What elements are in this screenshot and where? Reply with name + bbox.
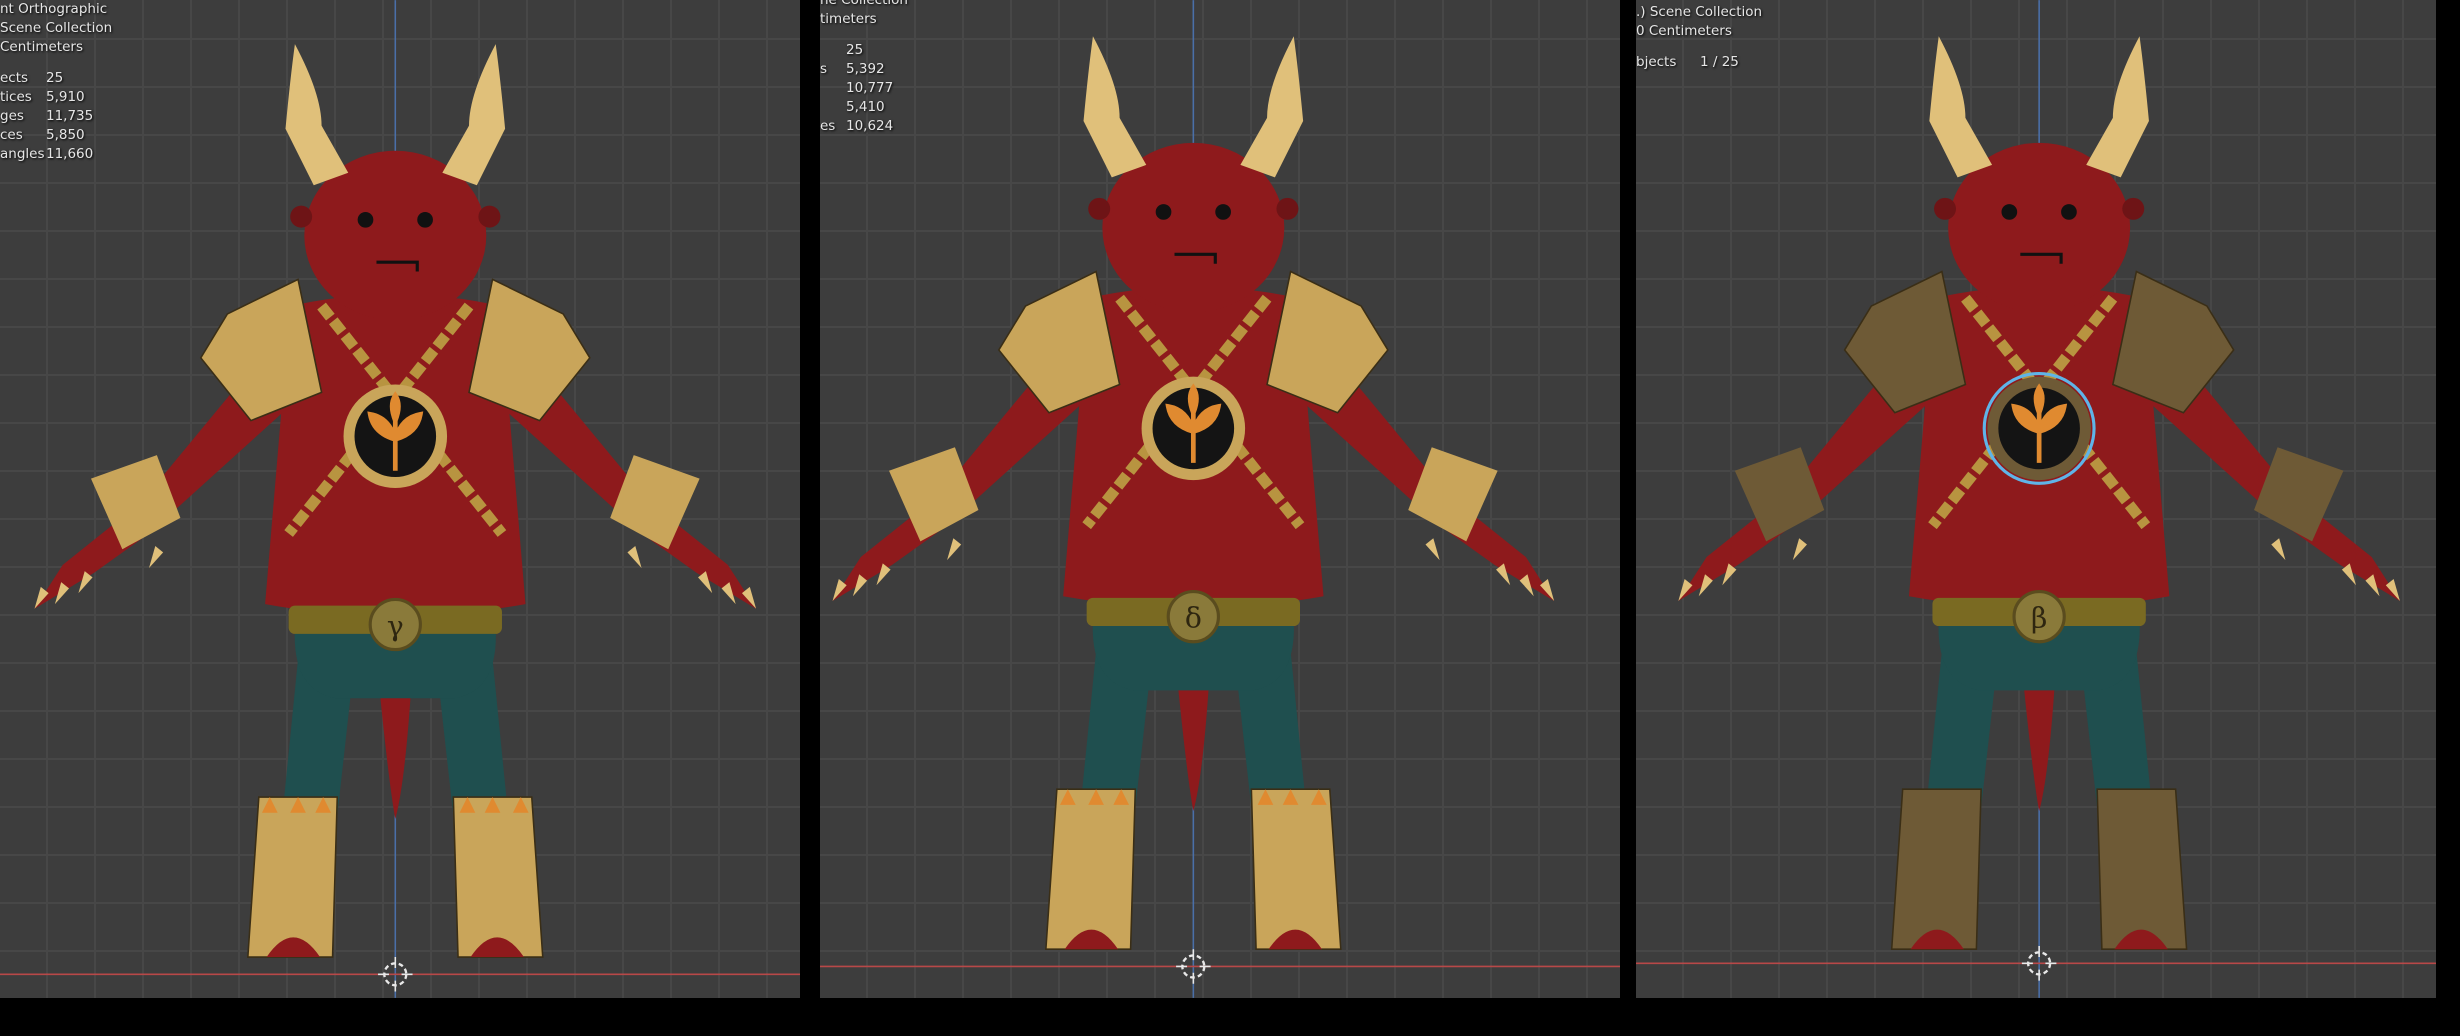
left-pauldron bbox=[1843, 270, 1967, 414]
left-pauldron bbox=[997, 270, 1121, 414]
claw bbox=[1425, 538, 1440, 561]
right-eye bbox=[417, 211, 433, 228]
unit-scale: timeters bbox=[820, 11, 877, 27]
unit-scale: Centimeters bbox=[0, 39, 83, 55]
right-boot bbox=[452, 796, 544, 958]
belt-symbol: β bbox=[2031, 602, 2047, 635]
tail bbox=[1177, 682, 1210, 812]
character-model-bronze[interactable]: β bbox=[1636, 0, 2436, 998]
stat-edges: 10,777 bbox=[846, 80, 894, 96]
claw bbox=[149, 546, 164, 569]
unit-scale: 0 Centimeters bbox=[1636, 23, 1732, 39]
right-ear bbox=[2122, 197, 2145, 220]
scene-statistics: bjects 1 / 25 bbox=[1636, 53, 1762, 72]
left-eye bbox=[357, 211, 374, 228]
belt-symbol: γ bbox=[387, 609, 404, 642]
left-ear bbox=[1934, 197, 1956, 220]
view-name: nt Orthographic bbox=[0, 1, 108, 17]
viewport-info-overlay: ne Collection timeters 25 s 5,392 10,777 … bbox=[820, 0, 908, 136]
left-horn bbox=[285, 44, 349, 186]
tail bbox=[2023, 682, 2055, 812]
stat-faces: ces 5,850 bbox=[0, 127, 85, 143]
stat-faces: 5,410 bbox=[846, 99, 885, 115]
left-boot bbox=[247, 796, 339, 958]
claw bbox=[627, 546, 642, 569]
stat-vertices: tices 5,910 bbox=[0, 89, 85, 105]
left-boot bbox=[1890, 788, 1982, 950]
left-eye bbox=[1155, 204, 1172, 220]
stat-objects: bjects 1 / 25 bbox=[1636, 54, 1739, 70]
right-horn bbox=[1240, 36, 1304, 178]
viewport-middle[interactable]: ne Collection timeters 25 s 5,392 10,777 … bbox=[820, 0, 1620, 998]
scene-statistics: 25 s 5,392 10,777 5,410 es 10,624 bbox=[820, 41, 908, 136]
right-eye bbox=[2061, 204, 2077, 220]
claw bbox=[1792, 538, 1807, 561]
stat-objects: ects 25 bbox=[0, 70, 64, 86]
right-ear bbox=[1276, 197, 1299, 220]
character-model-studded[interactable]: γ bbox=[0, 0, 800, 998]
right-horn bbox=[2086, 36, 2149, 178]
stat-triangles: angles 11,660 bbox=[0, 146, 94, 162]
right-eye bbox=[1215, 204, 1231, 220]
right-ear bbox=[478, 205, 501, 228]
left-ear bbox=[290, 205, 313, 228]
left-ear bbox=[1088, 197, 1111, 220]
stat-triangles: es 10,624 bbox=[820, 118, 894, 134]
viewport-info-overlay: nt Orthographic Scene Collection Centime… bbox=[0, 0, 112, 164]
right-pauldron bbox=[468, 278, 591, 422]
stat-edges: ges 11,735 bbox=[0, 108, 94, 124]
viewport-right[interactable]: .) Scene Collection 0 Centimeters bjects… bbox=[1636, 0, 2436, 998]
left-eye bbox=[2001, 204, 2018, 220]
left-horn bbox=[1083, 36, 1147, 178]
collection-name: .) Scene Collection bbox=[1636, 4, 1763, 20]
claw bbox=[947, 538, 962, 561]
claw bbox=[2271, 538, 2286, 561]
right-boot bbox=[2096, 788, 2188, 950]
stat-objects: 25 bbox=[846, 42, 864, 58]
right-boot bbox=[1250, 788, 1342, 950]
belt-symbol: δ bbox=[1185, 602, 1202, 635]
viewport-info-overlay: .) Scene Collection 0 Centimeters bjects… bbox=[1636, 3, 1762, 72]
right-pauldron bbox=[2111, 270, 2235, 414]
tail bbox=[379, 690, 411, 819]
left-pauldron bbox=[199, 278, 323, 422]
right-pauldron bbox=[1266, 270, 1389, 414]
collection-name: Scene Collection bbox=[0, 20, 113, 36]
left-boot bbox=[1045, 788, 1137, 950]
stat-vertices: s 5,392 bbox=[820, 61, 885, 77]
left-horn bbox=[1929, 36, 1993, 178]
character-model-spiked[interactable]: δ bbox=[820, 0, 1620, 998]
right-horn bbox=[442, 44, 506, 186]
viewport-left[interactable]: nt Orthographic Scene Collection Centime… bbox=[0, 0, 800, 998]
collection-name: ne Collection bbox=[820, 0, 908, 8]
scene-statistics: ects 25 tices 5,910 ges 11,735 ces 5,850 ang… bbox=[0, 69, 112, 164]
